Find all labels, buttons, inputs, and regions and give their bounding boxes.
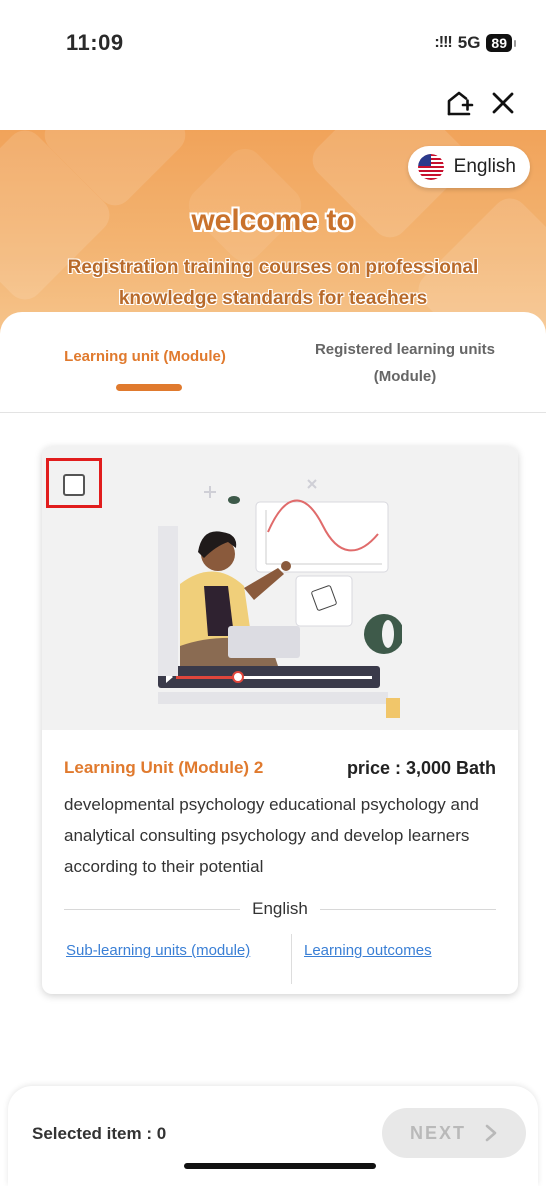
select-checkbox[interactable] bbox=[63, 474, 85, 496]
tab-label: Registered learning units (Module) bbox=[290, 336, 520, 390]
language-label: English bbox=[453, 156, 516, 177]
tab-label-line-1: Registered learning units bbox=[314, 341, 496, 358]
sub-learning-units-link[interactable]: Sub-learning units (module) bbox=[66, 942, 250, 959]
network-label: 5G bbox=[457, 33, 481, 52]
tab-registered-units[interactable]: Registered learning units (Module) bbox=[290, 312, 520, 412]
bottom-bar: Selected item : 0 NEXT bbox=[8, 1086, 538, 1186]
page-subtitle: Registration training courses on profess… bbox=[0, 252, 546, 314]
subtitle-line-2: knowledge standards for teachers bbox=[118, 288, 428, 309]
select-checkbox-highlight[interactable] bbox=[46, 458, 102, 508]
action-bar bbox=[0, 84, 546, 130]
close-icon[interactable] bbox=[488, 88, 518, 118]
module-card: Learning Unit (Module) 2 price : 3,000 B… bbox=[42, 446, 518, 994]
next-button[interactable]: NEXT bbox=[382, 1108, 526, 1158]
status-icons: :!!! 5G 89 bbox=[434, 33, 516, 53]
chevron-right-icon bbox=[485, 1124, 497, 1142]
teacher-illustration bbox=[158, 479, 402, 718]
battery-icon: 89 bbox=[486, 34, 512, 52]
divider bbox=[291, 934, 292, 984]
learning-outcomes-link[interactable]: Learning outcomes bbox=[304, 942, 432, 959]
module-image bbox=[42, 446, 518, 730]
selected-count: Selected item : 0 bbox=[32, 1124, 167, 1143]
module-language: English bbox=[64, 898, 497, 920]
tab-bar: Learning unit (Module) Registered learni… bbox=[0, 312, 546, 413]
add-to-home-icon[interactable] bbox=[444, 88, 474, 118]
module-price: price : 3,000 Bath bbox=[346, 758, 496, 778]
active-tab-indicator bbox=[116, 384, 182, 391]
next-label: NEXT bbox=[409, 1122, 466, 1143]
tab-label: Learning unit (Module) bbox=[64, 348, 226, 365]
status-bar: 11:09 :!!! 5G 89 bbox=[0, 0, 546, 84]
tab-learning-unit[interactable]: Learning unit (Module) bbox=[40, 312, 250, 412]
subtitle-line-1: Registration training courses on profess… bbox=[67, 257, 479, 278]
signal-icon: :!!! bbox=[434, 34, 452, 51]
divider bbox=[319, 908, 497, 910]
module-description: developmental psychology educational psy… bbox=[64, 795, 479, 876]
module-language-label: English bbox=[252, 899, 308, 918]
language-selector[interactable]: English bbox=[407, 146, 530, 188]
module-title: Learning Unit (Module) 2 bbox=[64, 758, 264, 777]
hero-banner: English welcome to Registration training… bbox=[0, 130, 546, 340]
us-flag-icon bbox=[417, 154, 444, 180]
tab-label-line-2: (Module) bbox=[373, 368, 437, 385]
status-time: 11:09 bbox=[66, 30, 124, 55]
battery-tip bbox=[514, 39, 516, 47]
welcome-heading: welcome to bbox=[191, 204, 355, 237]
card-links: Sub-learning units (module) Learning out… bbox=[42, 934, 518, 984]
divider bbox=[64, 908, 241, 910]
home-indicator bbox=[184, 1163, 376, 1169]
